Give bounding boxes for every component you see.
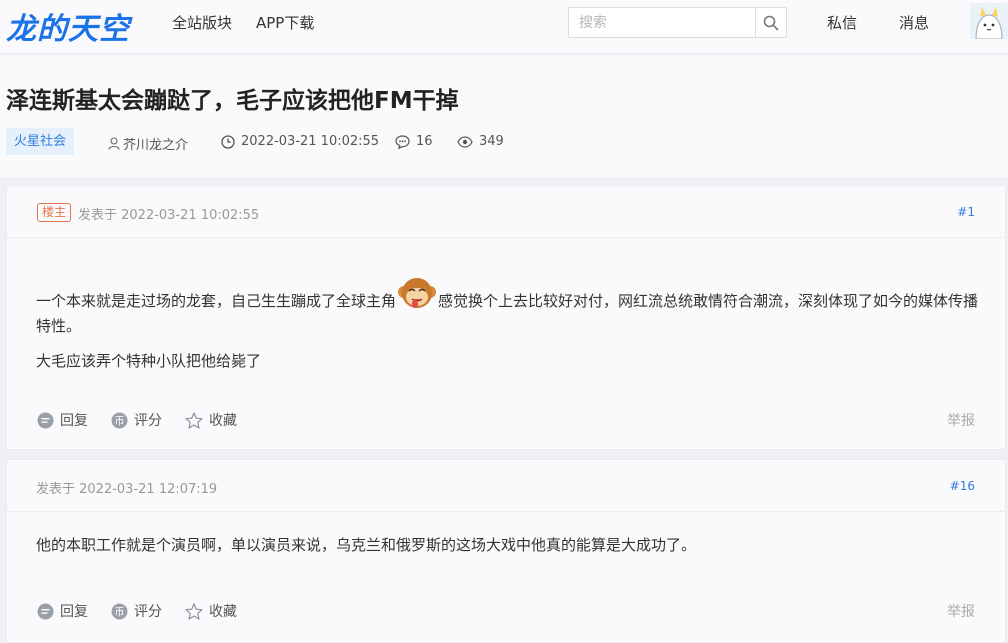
clock-icon	[221, 134, 235, 149]
post-text: 他的本职工作就是个演员啊，单以演员来说，乌克兰和俄罗斯的这场大戏中他真的能算是大…	[36, 536, 697, 554]
rate-icon: 币	[111, 603, 128, 619]
reply-icon	[37, 412, 54, 428]
post-content: 他的本职工作就是个演员啊，单以演员来说，乌克兰和俄罗斯的这场大戏中他真的能算是大…	[36, 533, 981, 568]
favorite-label: 收藏	[209, 413, 237, 429]
reply-label: 回复	[60, 413, 88, 429]
comment-icon	[395, 134, 410, 149]
nav-all-boards[interactable]: 全站版块	[172, 12, 232, 33]
star-icon	[185, 411, 203, 429]
reply-count: 16	[395, 134, 433, 149]
op-badge: 楼主	[37, 203, 72, 222]
post-floor-1: 楼主 发表于 2022-03-21 10:02:55 #1 一个本来就是走过场的…	[6, 185, 1006, 450]
post-floor-16: 发表于 2022-03-21 12:07:19 #16 他的本职工作就是个演员啊…	[6, 459, 1006, 643]
post-actions: 回复 币 评分 收藏	[37, 410, 260, 430]
monkey-emoji-icon	[398, 278, 437, 308]
search-input[interactable]	[569, 8, 755, 37]
reply-count-value: 16	[416, 134, 433, 149]
private-messages-link[interactable]: 私信	[827, 12, 857, 33]
rate-label: 评分	[134, 413, 162, 429]
rate-button[interactable]: 币 评分	[111, 601, 162, 621]
notifications-link[interactable]: 消息	[899, 12, 929, 33]
report-button[interactable]: 举报	[947, 410, 975, 430]
category-tag[interactable]: 火星社会	[6, 128, 75, 155]
post-header: 发表于 2022-03-21 12:07:19 #16	[7, 460, 1005, 512]
thread-author[interactable]: 芥川龙之介	[108, 134, 188, 153]
search-icon	[763, 15, 779, 30]
search-box	[568, 7, 787, 38]
svg-text:币: 币	[115, 606, 125, 618]
thread-title: 泽连斯基太会蹦跶了，毛子应该把他FM干掉	[6, 88, 459, 114]
top-navbar: 龙的天空 全站版块 APP下载 私信 消息	[0, 0, 1008, 54]
reply-button[interactable]: 回复	[37, 601, 88, 621]
search-button[interactable]	[755, 8, 786, 37]
view-count: 349	[457, 134, 504, 149]
floor-number[interactable]: #1	[957, 205, 975, 219]
post-text-2: 大毛应该弄个特种小队把他给毙了	[36, 352, 262, 370]
report-button[interactable]: 举报	[947, 601, 975, 621]
thread-datetime: 2022-03-21 10:02:55	[221, 134, 379, 149]
reply-button[interactable]: 回复	[37, 410, 88, 430]
svg-text:币: 币	[115, 415, 125, 427]
floor-number[interactable]: #16	[950, 479, 975, 493]
nav-app-download[interactable]: APP下载	[256, 12, 314, 33]
post-content: 一个本来就是走过场的龙套，自己生生蹦成了全球主角 感觉换个上去比较好对付，网红流…	[36, 272, 981, 384]
favorite-button[interactable]: 收藏	[185, 410, 237, 430]
thread-header: 泽连斯基太会蹦跶了，毛子应该把他FM干掉 火星社会 芥川龙之介 2022-03-…	[0, 55, 1008, 177]
thread-date-text: 2022-03-21 10:02:55	[241, 134, 380, 149]
post-time: 发表于 2022-03-21 10:02:55	[78, 208, 260, 223]
reply-icon	[37, 603, 54, 619]
author-name: 芥川龙之介	[123, 138, 189, 153]
post-text: 一个本来就是走过场的龙套，自己生生蹦成了全球主角	[36, 292, 397, 310]
favorite-label: 收藏	[209, 604, 237, 620]
rate-label: 评分	[134, 604, 162, 620]
star-icon	[185, 602, 203, 620]
rate-button[interactable]: 币 评分	[111, 410, 162, 430]
user-avatar[interactable]	[970, 3, 1008, 39]
post-time: 发表于 2022-03-21 12:07:19	[36, 482, 218, 497]
rate-icon: 币	[111, 412, 128, 428]
reply-label: 回复	[60, 604, 88, 620]
user-icon	[108, 137, 120, 150]
post-header: 楼主 发表于 2022-03-21 10:02:55 #1	[7, 186, 1005, 238]
view-count-value: 349	[479, 134, 504, 149]
eye-icon	[457, 135, 473, 148]
favorite-button[interactable]: 收藏	[185, 601, 237, 621]
post-actions: 回复 币 评分 收藏	[37, 601, 260, 621]
site-logo[interactable]: 龙的天空	[6, 4, 130, 48]
